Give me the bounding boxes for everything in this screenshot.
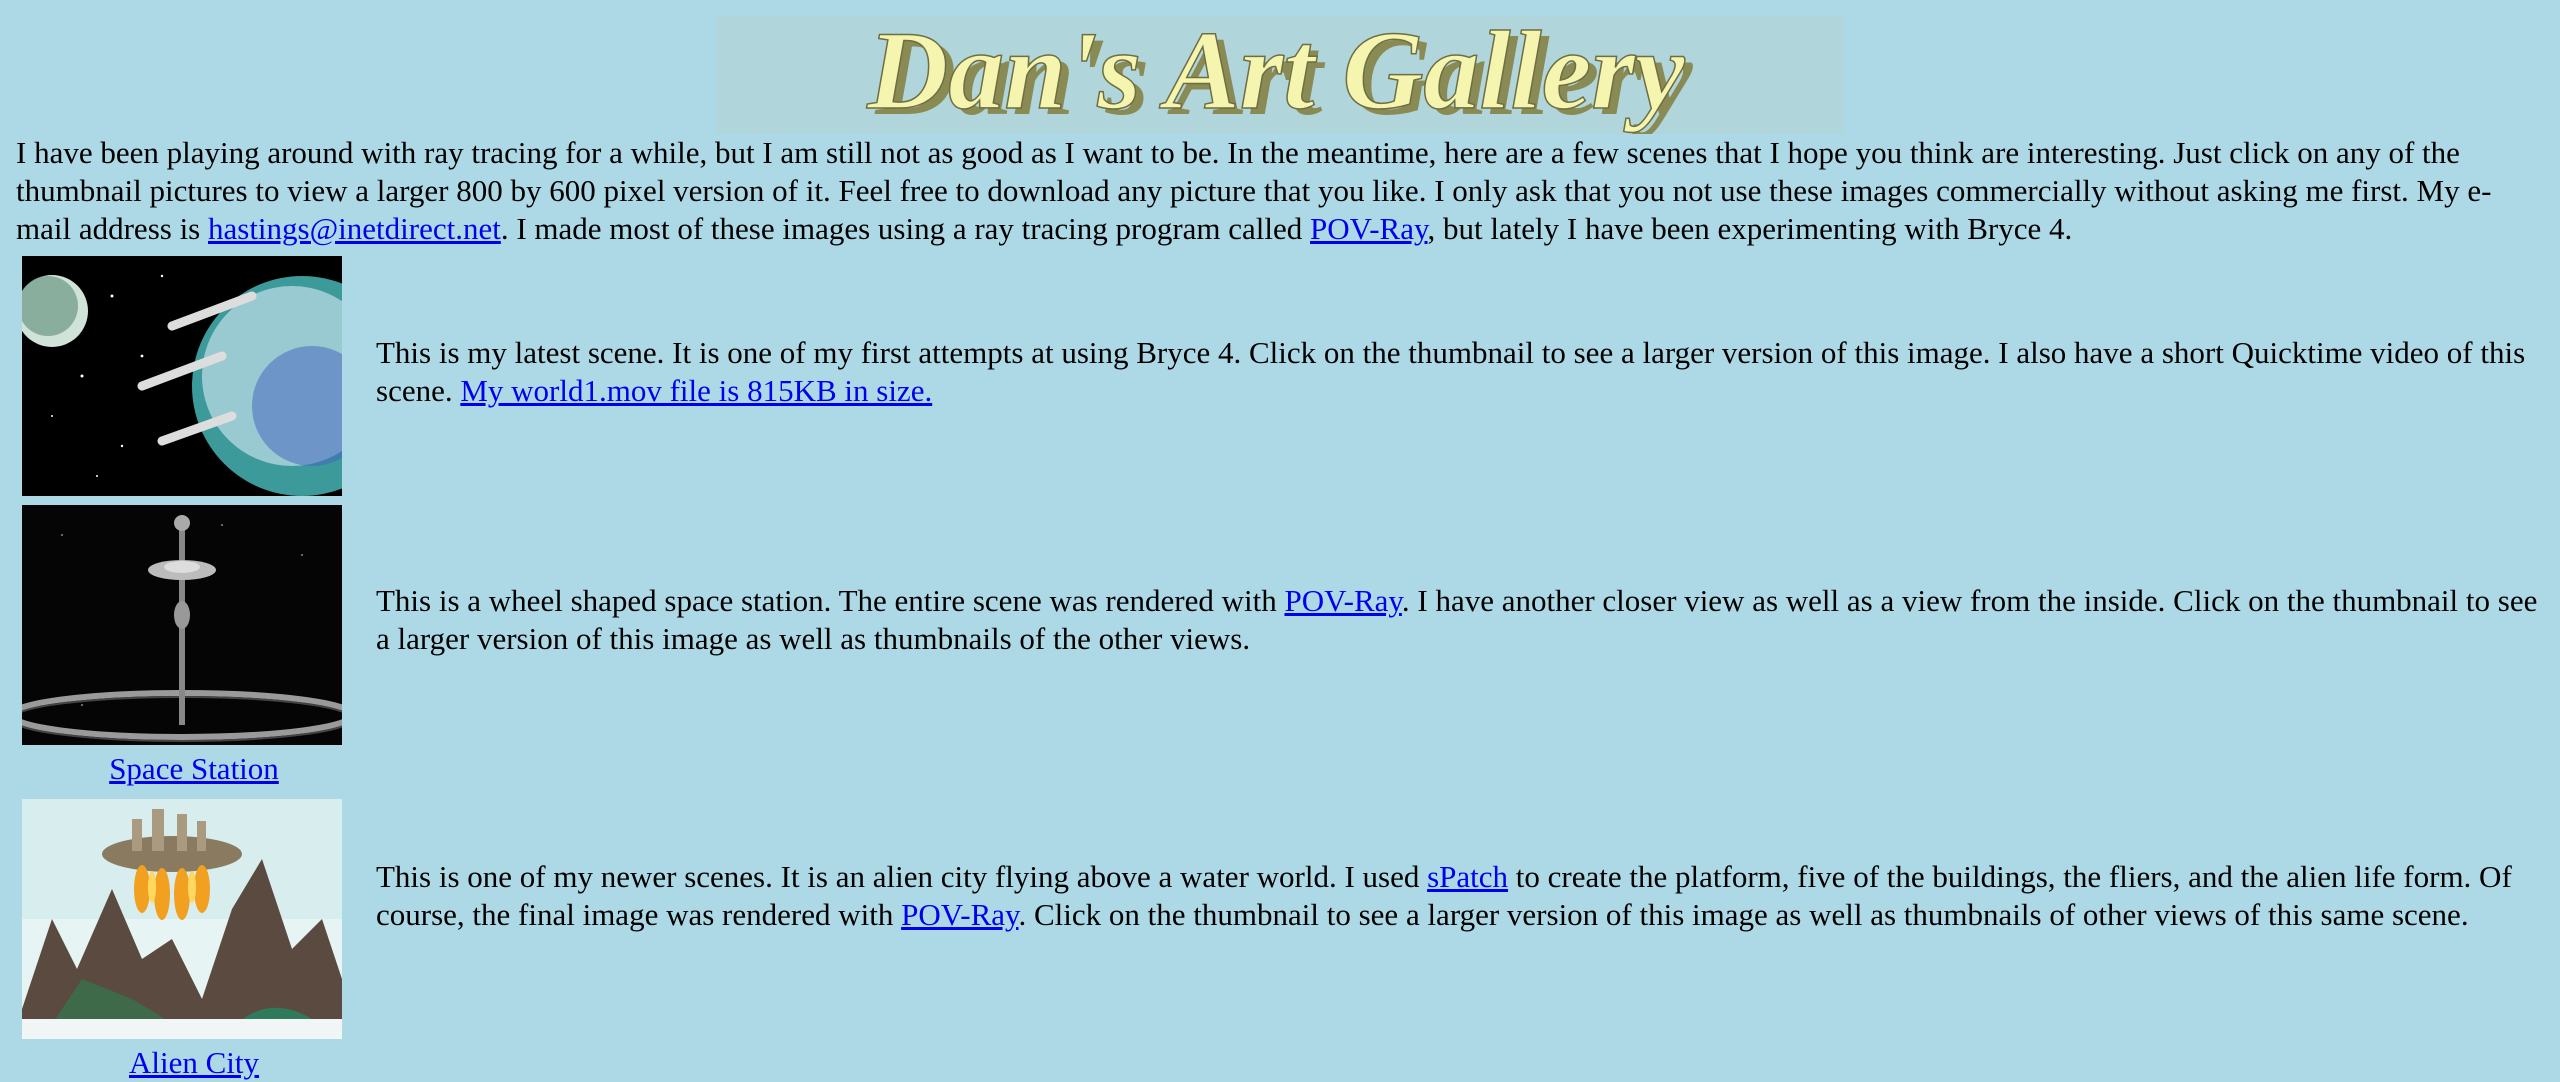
intro-paragraph: I have been playing around with ray trac… bbox=[16, 134, 2546, 248]
entry-3-text-1: This is one of my newer scenes. It is an… bbox=[376, 859, 1428, 894]
entry-3-povray-link[interactable]: POV-Ray bbox=[901, 897, 1018, 932]
entry-2-text-1: This is a wheel shaped space station. Th… bbox=[376, 583, 1285, 618]
povray-link[interactable]: POV-Ray bbox=[1310, 211, 1427, 246]
banner-logo: Dan's Art Gallery Dan's Art Gallery bbox=[716, 8, 1844, 139]
space-station-thumbnail-icon bbox=[22, 505, 342, 745]
entry-2-povray-link[interactable]: POV-Ray bbox=[1284, 583, 1401, 618]
space-station-thumbnail[interactable] bbox=[22, 505, 342, 745]
banner-title: Dan's Art Gallery bbox=[866, 16, 1686, 133]
space-planet-thumbnail[interactable] bbox=[22, 256, 342, 496]
quicktime-video-link[interactable]: My world1.mov file is 815KB in size. bbox=[460, 373, 932, 408]
entry-2-description: This is a wheel shaped space station. Th… bbox=[376, 582, 2546, 658]
entry-3-text-3: . Click on the thumbnail to see a larger… bbox=[1018, 897, 2469, 932]
spatch-link[interactable]: sPatch bbox=[1427, 859, 1508, 894]
space-planet-thumbnail-icon bbox=[22, 256, 342, 496]
space-station-caption-link[interactable]: Space Station bbox=[22, 750, 366, 788]
alien-city-thumbnail[interactable] bbox=[22, 799, 342, 1039]
entry-1-description: This is my latest scene. It is one of my… bbox=[376, 334, 2546, 410]
email-link[interactable]: hastings@inetdirect.net bbox=[208, 211, 501, 246]
intro-text-3: , but lately I have been experimenting w… bbox=[1427, 211, 2073, 246]
alien-city-thumbnail-icon bbox=[22, 799, 342, 1039]
gallery-banner: Dan's Art Gallery Dan's Art Gallery bbox=[716, 8, 1844, 139]
entry-3-description: This is one of my newer scenes. It is an… bbox=[376, 858, 2546, 934]
alien-city-caption-link[interactable]: Alien City bbox=[22, 1044, 366, 1082]
intro-text-2: . I made most of these images using a ra… bbox=[500, 211, 1311, 246]
